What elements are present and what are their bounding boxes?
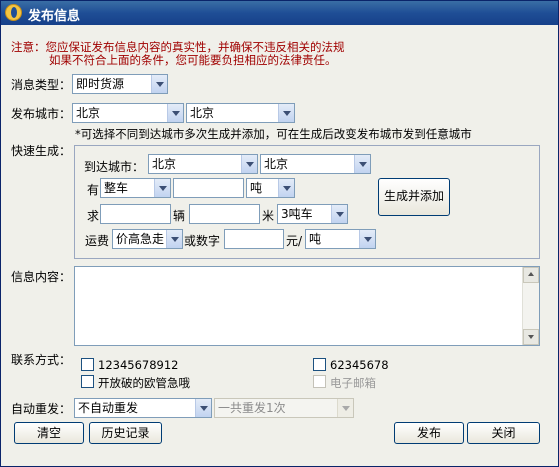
history-button[interactable]: 历史记录 xyxy=(89,422,162,444)
publish-city-value: 北京 xyxy=(190,106,215,120)
publish-city-label: 发布城市： xyxy=(11,107,72,121)
auto-repeat-count-select: 一共重发1次 xyxy=(214,398,354,418)
vehicle-length-input[interactable] xyxy=(189,204,260,224)
chevron-down-icon xyxy=(195,399,211,417)
publish-button[interactable]: 发布 xyxy=(394,422,464,444)
contact-label: 联系方式： xyxy=(11,353,72,367)
chevron-down-icon xyxy=(154,179,170,197)
have-type-value: 整车 xyxy=(104,181,129,195)
publish-province-value: 北京 xyxy=(76,106,101,120)
vehicle-type-value: 3吨车 xyxy=(281,207,313,221)
destination-province-value: 北京 xyxy=(152,157,177,171)
chevron-down-icon xyxy=(166,230,182,248)
contact-checkbox-phone[interactable] xyxy=(81,358,94,371)
publish-info-dialog: 发布信息 注意：您应保证发布信息内容的真实性，并确保不违反相关的法规 如果不符合… xyxy=(0,0,559,467)
auto-repeat-mode-value: 不自动重发 xyxy=(78,401,139,415)
price-unit-label: 元/ xyxy=(286,234,303,248)
contact-checkbox-landline[interactable] xyxy=(313,358,326,371)
clear-button[interactable]: 清空 xyxy=(14,422,84,444)
or-number-label: 或数字 xyxy=(184,234,221,248)
chevron-down-icon xyxy=(337,399,353,417)
info-content-label: 信息内容： xyxy=(11,270,72,284)
have-label: 有 xyxy=(87,183,100,197)
chevron-down-icon xyxy=(278,179,294,197)
window-title: 发布信息 xyxy=(28,9,81,24)
app-logo-icon xyxy=(5,4,22,21)
publish-city-hint: *可选择不同到达城市多次生成并添加，可在生成后改变发布城市发到任意城市 xyxy=(75,127,472,141)
freight-option-value: 价高急走 xyxy=(116,232,165,246)
contact-option-email: 电子邮箱 xyxy=(330,376,376,390)
chevron-down-icon xyxy=(331,205,347,223)
message-type-label: 消息类型： xyxy=(11,78,72,92)
generate-add-button[interactable]: 生成并添加 xyxy=(378,178,450,216)
have-unit-value: 吨 xyxy=(250,181,263,195)
price-unit-select[interactable]: 吨 xyxy=(305,229,376,249)
freight-label: 运费 xyxy=(85,234,110,248)
auto-repeat-label: 自动重发： xyxy=(11,402,72,416)
chevron-down-icon xyxy=(278,104,294,122)
freight-option-select[interactable]: 价高急走 xyxy=(112,229,183,249)
info-content-textarea[interactable] xyxy=(74,266,540,346)
scroll-up-icon[interactable] xyxy=(523,267,539,283)
scroll-down-icon[interactable] xyxy=(523,329,539,345)
auto-repeat-count-value: 一共重发1次 xyxy=(218,401,286,415)
notice-line-2: 如果不符合上面的条件，您可能要负担相应的法律责任。 xyxy=(49,53,337,67)
info-content-scrollbar[interactable] xyxy=(522,267,539,345)
length-unit-label: 米 xyxy=(262,209,275,223)
message-type-select[interactable]: 即时货源 xyxy=(72,74,168,94)
price-input[interactable] xyxy=(224,229,284,249)
have-unit-select[interactable]: 吨 xyxy=(246,178,295,198)
contact-checkbox-other[interactable] xyxy=(81,375,94,388)
contact-option-landline: 62345678 xyxy=(330,358,389,372)
vehicle-count-input[interactable] xyxy=(100,204,171,224)
destination-province-select[interactable]: 北京 xyxy=(148,154,258,174)
publish-province-select[interactable]: 北京 xyxy=(72,103,184,123)
chevron-down-icon xyxy=(151,75,167,93)
title-bar[interactable]: 发布信息 xyxy=(1,1,558,25)
contact-option-other: 开放破的欧管急哦 xyxy=(98,376,190,390)
have-quantity-input[interactable] xyxy=(173,178,244,198)
chevron-down-icon xyxy=(354,155,370,173)
vehicle-type-select[interactable]: 3吨车 xyxy=(277,204,348,224)
destination-city-value: 北京 xyxy=(264,157,289,171)
vehicle-unit-label: 辆 xyxy=(173,209,186,223)
contact-checkbox-email xyxy=(313,375,326,388)
destination-city-label: 到达城市： xyxy=(84,160,145,174)
have-type-select[interactable]: 整车 xyxy=(100,178,171,198)
quick-generate-label: 快速生成： xyxy=(11,144,72,158)
chevron-down-icon xyxy=(241,155,257,173)
auto-repeat-mode-select[interactable]: 不自动重发 xyxy=(74,398,212,418)
chevron-down-icon xyxy=(167,104,183,122)
price-unit-value: 吨 xyxy=(309,232,322,246)
destination-city-select[interactable]: 北京 xyxy=(260,154,371,174)
publish-city-select[interactable]: 北京 xyxy=(186,103,295,123)
want-label: 求 xyxy=(87,209,100,223)
message-type-value: 即时货源 xyxy=(76,77,125,91)
close-button[interactable]: 关闭 xyxy=(467,422,540,444)
chevron-down-icon xyxy=(359,230,375,248)
contact-option-phone: 12345678912 xyxy=(98,358,179,372)
